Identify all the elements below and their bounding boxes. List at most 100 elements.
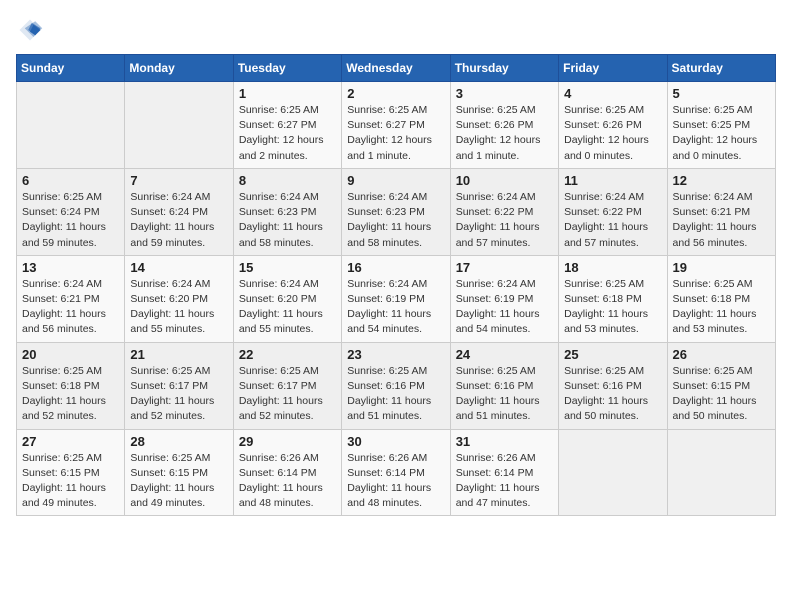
day-info: Sunrise: 6:26 AMSunset: 6:14 PMDaylight:… [347, 451, 444, 512]
day-info: Sunrise: 6:25 AMSunset: 6:18 PMDaylight:… [564, 277, 661, 338]
day-number: 26 [673, 347, 770, 362]
calendar-cell: 7 Sunrise: 6:24 AMSunset: 6:24 PMDaylight… [125, 168, 233, 255]
day-number: 23 [347, 347, 444, 362]
day-info: Sunrise: 6:25 AMSunset: 6:26 PMDaylight:… [564, 103, 661, 164]
calendar-cell: 19Sunrise: 6:25 AMSunset: 6:18 PMDayligh… [667, 255, 775, 342]
day-info: Sunrise: 6:24 AMSunset: 6:19 PMDaylight:… [456, 277, 553, 338]
day-info: Sunrise: 6:25 AMSunset: 6:15 PMDaylight:… [22, 451, 119, 512]
day-info: Sunrise: 6:25 AMSunset: 6:26 PMDaylight:… [456, 103, 553, 164]
calendar-table: SundayMondayTuesdayWednesdayThursdayFrid… [16, 54, 776, 516]
day-number: 25 [564, 347, 661, 362]
day-info: Sunrise: 6:24 AMSunset: 6:24 PMDaylight:… [130, 190, 227, 251]
calendar-cell: 17 Sunrise: 6:24 AMSunset: 6:19 PMDayligh… [450, 255, 558, 342]
day-number: 11 [564, 173, 661, 188]
calendar-cell: 10Sunrise: 6:24 AMSunset: 6:22 PMDayligh… [450, 168, 558, 255]
day-info: Sunrise: 6:25 AMSunset: 6:18 PMDaylight:… [22, 364, 119, 425]
calendar-cell: 18 Sunrise: 6:25 AMSunset: 6:18 PMDayligh… [559, 255, 667, 342]
calendar-cell: 24 Sunrise: 6:25 AMSunset: 6:16 PMDayligh… [450, 342, 558, 429]
calendar-cell: 27 Sunrise: 6:25 AMSunset: 6:15 PMDayligh… [17, 429, 125, 516]
day-info: Sunrise: 6:24 AMSunset: 6:21 PMDaylight:… [673, 190, 770, 251]
calendar-cell: 1Sunrise: 6:25 AMSunset: 6:27 PMDaylight… [233, 82, 341, 169]
day-info: Sunrise: 6:25 AMSunset: 6:24 PMDaylight:… [22, 190, 119, 251]
calendar-cell: 2Sunrise: 6:25 AMSunset: 6:27 PMDaylight… [342, 82, 450, 169]
day-number: 7 [130, 173, 227, 188]
day-number: 3 [456, 86, 553, 101]
day-number: 12 [673, 173, 770, 188]
weekday-header-friday: Friday [559, 55, 667, 82]
day-number: 21 [130, 347, 227, 362]
calendar-cell [17, 82, 125, 169]
day-number: 4 [564, 86, 661, 101]
day-info: Sunrise: 6:25 AMSunset: 6:16 PMDaylight:… [564, 364, 661, 425]
calendar-cell: 23 Sunrise: 6:25 AMSunset: 6:16 PMDayligh… [342, 342, 450, 429]
day-info: Sunrise: 6:25 AMSunset: 6:27 PMDaylight:… [347, 103, 444, 164]
day-info: Sunrise: 6:24 AMSunset: 6:20 PMDaylight:… [130, 277, 227, 338]
calendar-cell: 14 Sunrise: 6:24 AMSunset: 6:20 PMDayligh… [125, 255, 233, 342]
calendar-cell: 3 Sunrise: 6:25 AMSunset: 6:26 PMDaylight… [450, 82, 558, 169]
logo [16, 16, 48, 44]
day-info: Sunrise: 6:24 AMSunset: 6:20 PMDaylight:… [239, 277, 336, 338]
calendar-cell: 9 Sunrise: 6:24 AMSunset: 6:23 PMDaylight… [342, 168, 450, 255]
day-info: Sunrise: 6:26 AMSunset: 6:14 PMDaylight:… [456, 451, 553, 512]
logo-icon [16, 16, 44, 44]
day-number: 31 [456, 434, 553, 449]
calendar-cell: 29Sunrise: 6:26 AMSunset: 6:14 PMDayligh… [233, 429, 341, 516]
calendar-cell: 31 Sunrise: 6:26 AMSunset: 6:14 PMDayligh… [450, 429, 558, 516]
weekday-header-wednesday: Wednesday [342, 55, 450, 82]
weekday-header-thursday: Thursday [450, 55, 558, 82]
day-number: 22 [239, 347, 336, 362]
day-number: 10 [456, 173, 553, 188]
day-info: Sunrise: 6:25 AMSunset: 6:17 PMDaylight:… [239, 364, 336, 425]
day-info: Sunrise: 6:25 AMSunset: 6:27 PMDaylight:… [239, 103, 336, 164]
day-number: 28 [130, 434, 227, 449]
calendar-cell: 26Sunrise: 6:25 AMSunset: 6:15 PMDayligh… [667, 342, 775, 429]
day-number: 5 [673, 86, 770, 101]
calendar-cell: 25 Sunrise: 6:25 AMSunset: 6:16 PMDayligh… [559, 342, 667, 429]
day-info: Sunrise: 6:24 AMSunset: 6:23 PMDaylight:… [347, 190, 444, 251]
day-info: Sunrise: 6:24 AMSunset: 6:22 PMDaylight:… [564, 190, 661, 251]
day-number: 17 [456, 260, 553, 275]
day-info: Sunrise: 6:24 AMSunset: 6:21 PMDaylight:… [22, 277, 119, 338]
calendar-cell: 21Sunrise: 6:25 AMSunset: 6:17 PMDayligh… [125, 342, 233, 429]
day-number: 6 [22, 173, 119, 188]
calendar-cell: 12 Sunrise: 6:24 AMSunset: 6:21 PMDayligh… [667, 168, 775, 255]
calendar-cell: 4 Sunrise: 6:25 AMSunset: 6:26 PMDaylight… [559, 82, 667, 169]
weekday-header-row: SundayMondayTuesdayWednesdayThursdayFrid… [17, 55, 776, 82]
day-info: Sunrise: 6:26 AMSunset: 6:14 PMDaylight:… [239, 451, 336, 512]
calendar-cell: 13 Sunrise: 6:24 AMSunset: 6:21 PMDayligh… [17, 255, 125, 342]
day-info: Sunrise: 6:25 AMSunset: 6:16 PMDaylight:… [456, 364, 553, 425]
day-number: 15 [239, 260, 336, 275]
calendar-cell: 6 Sunrise: 6:25 AMSunset: 6:24 PMDaylight… [17, 168, 125, 255]
calendar-cell: 16Sunrise: 6:24 AMSunset: 6:19 PMDayligh… [342, 255, 450, 342]
weekday-header-tuesday: Tuesday [233, 55, 341, 82]
week-row-5: 27 Sunrise: 6:25 AMSunset: 6:15 PMDayligh… [17, 429, 776, 516]
day-info: Sunrise: 6:25 AMSunset: 6:18 PMDaylight:… [673, 277, 770, 338]
day-info: Sunrise: 6:25 AMSunset: 6:25 PMDaylight:… [673, 103, 770, 164]
calendar-cell: 15 Sunrise: 6:24 AMSunset: 6:20 PMDayligh… [233, 255, 341, 342]
day-number: 9 [347, 173, 444, 188]
day-info: Sunrise: 6:24 AMSunset: 6:23 PMDaylight:… [239, 190, 336, 251]
calendar-cell [125, 82, 233, 169]
week-row-3: 13 Sunrise: 6:24 AMSunset: 6:21 PMDayligh… [17, 255, 776, 342]
day-number: 20 [22, 347, 119, 362]
day-number: 8 [239, 173, 336, 188]
day-number: 30 [347, 434, 444, 449]
day-number: 24 [456, 347, 553, 362]
day-number: 18 [564, 260, 661, 275]
calendar-cell [667, 429, 775, 516]
week-row-4: 20 Sunrise: 6:25 AMSunset: 6:18 PMDayligh… [17, 342, 776, 429]
day-number: 27 [22, 434, 119, 449]
calendar-cell: 11 Sunrise: 6:24 AMSunset: 6:22 PMDayligh… [559, 168, 667, 255]
calendar-cell: 20 Sunrise: 6:25 AMSunset: 6:18 PMDayligh… [17, 342, 125, 429]
weekday-header-sunday: Sunday [17, 55, 125, 82]
week-row-1: 1Sunrise: 6:25 AMSunset: 6:27 PMDaylight… [17, 82, 776, 169]
day-info: Sunrise: 6:24 AMSunset: 6:19 PMDaylight:… [347, 277, 444, 338]
day-number: 14 [130, 260, 227, 275]
calendar-cell: 8 Sunrise: 6:24 AMSunset: 6:23 PMDaylight… [233, 168, 341, 255]
day-number: 13 [22, 260, 119, 275]
calendar-cell: 22 Sunrise: 6:25 AMSunset: 6:17 PMDayligh… [233, 342, 341, 429]
weekday-header-saturday: Saturday [667, 55, 775, 82]
week-row-2: 6 Sunrise: 6:25 AMSunset: 6:24 PMDaylight… [17, 168, 776, 255]
day-info: Sunrise: 6:25 AMSunset: 6:16 PMDaylight:… [347, 364, 444, 425]
calendar-cell: 5 Sunrise: 6:25 AMSunset: 6:25 PMDaylight… [667, 82, 775, 169]
